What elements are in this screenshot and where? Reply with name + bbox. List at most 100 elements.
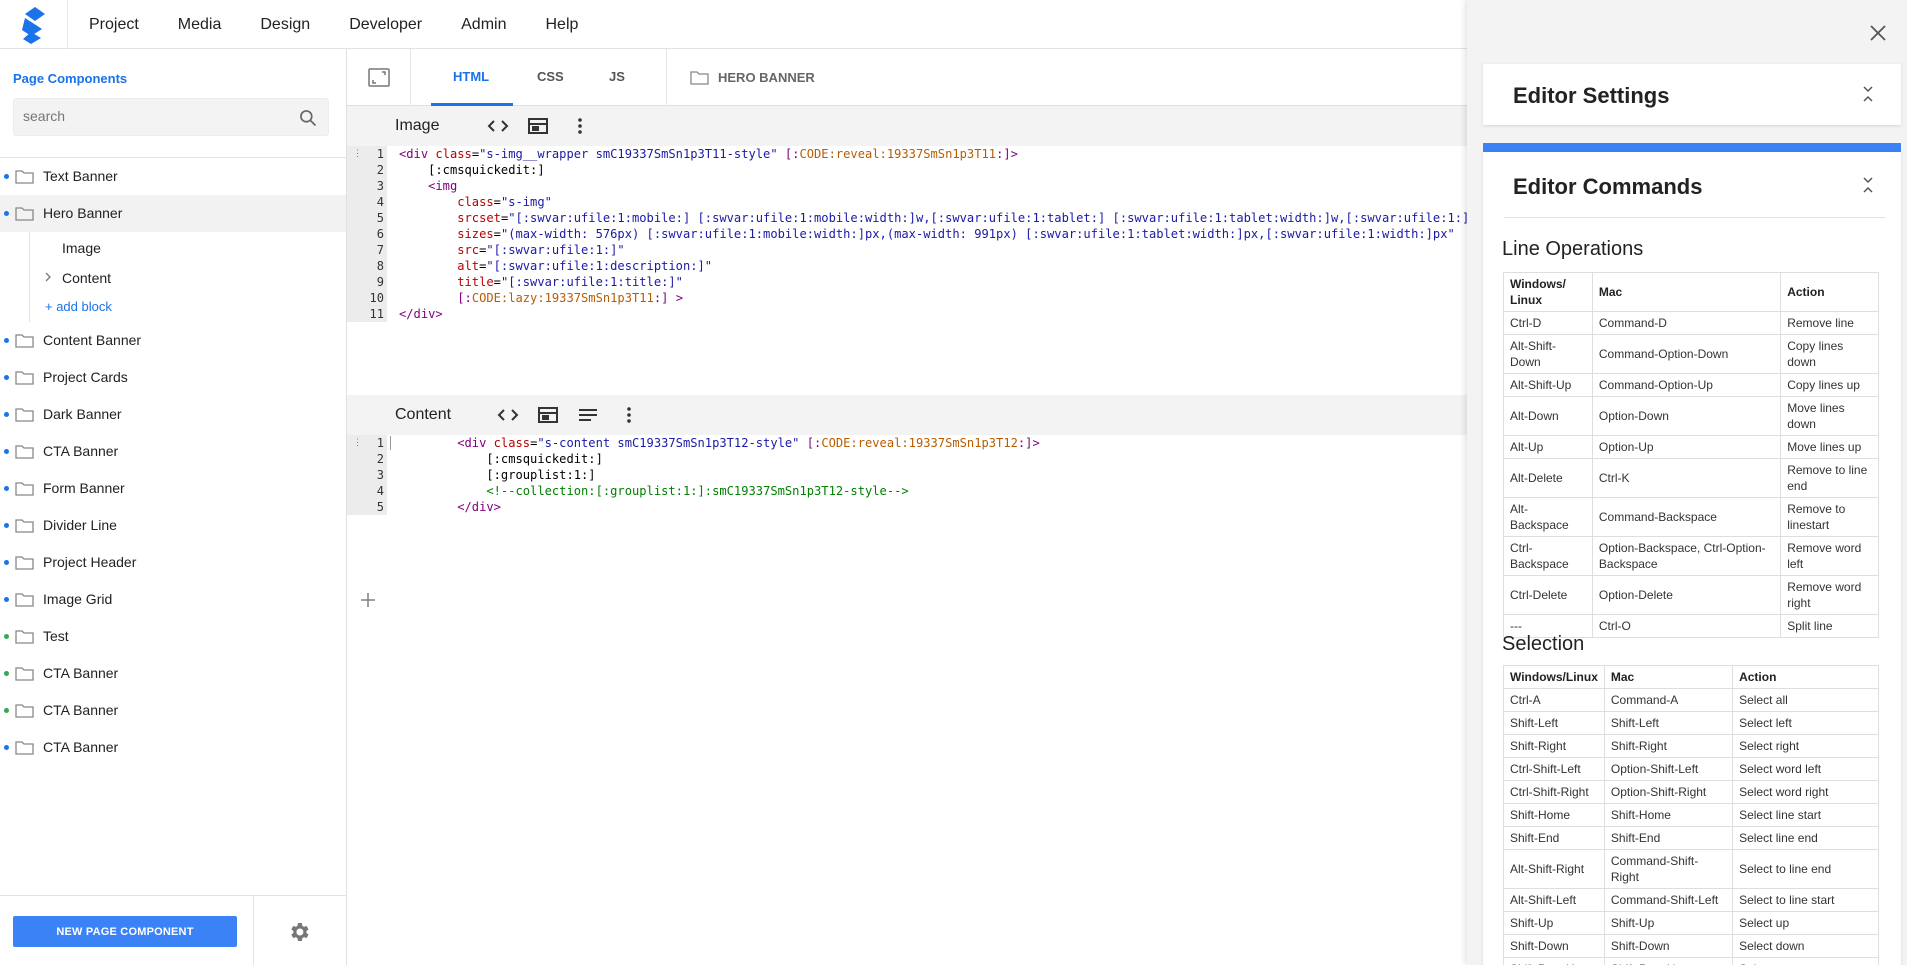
tab-html[interactable]: HTML [453, 69, 489, 84]
code-text: </div> [457, 500, 501, 514]
tree-item-label: Project Header [43, 554, 137, 570]
tree-item-label: Form Banner [43, 480, 125, 496]
code-editor-content[interactable]: ⋮ 1 <div class="s-content smC19337SmSn1p3… [347, 435, 1467, 515]
code-line[interactable]: 2 [:cmsquickedit:] [347, 162, 1467, 178]
line-number: 2 [376, 452, 384, 466]
gear-icon[interactable] [287, 920, 311, 944]
add-icon[interactable] [360, 592, 376, 608]
code-line[interactable]: 10 [:CODE:lazy:19337SmSn1p3T11:] > [347, 290, 1467, 306]
table-cell: Command-Option-Up [1591, 373, 1782, 397]
folder-icon [15, 207, 34, 221]
tree-item[interactable]: Project Header [0, 544, 346, 581]
code-line[interactable]: 4 <!--collection:[:grouplist:1:]:smC1933… [347, 483, 1467, 499]
nav-design[interactable]: Design [254, 16, 316, 34]
tab-divider [666, 49, 667, 106]
nav-admin[interactable]: Admin [455, 16, 512, 34]
code-line[interactable]: 9 title="[:swvar:ufile:1:title:]" [347, 274, 1467, 290]
folder-icon [15, 667, 34, 681]
nav-project[interactable]: Project [83, 16, 145, 34]
tree-item[interactable]: Text Banner [0, 158, 346, 195]
sidebar-title: Page Components [13, 71, 128, 86]
more-options-icon[interactable] [618, 405, 640, 425]
editor-tab-bar: HTML CSS JS HERO BANNER [347, 49, 1467, 106]
code-icon[interactable] [487, 116, 509, 136]
line-number: 1 [376, 147, 384, 161]
editor-commands-title: Editor Commands [1513, 174, 1703, 199]
nav-developer[interactable]: Developer [343, 16, 428, 34]
folder-icon [15, 556, 34, 570]
table-row: Ctrl-Backspace Option-Backspace, Ctrl-Opt… [1503, 536, 1879, 576]
code-line[interactable]: ⋮ 1 <div class="s-img__wrapper smC19337SmS… [347, 146, 1467, 162]
tree-item[interactable]: CTA Banner [0, 729, 346, 766]
tree-item[interactable]: Dark Banner [0, 396, 346, 433]
code-text: srcset="[:swvar:ufile:1:mobile:] [:swvar… [457, 211, 1467, 225]
tree-item[interactable]: Test [0, 618, 346, 655]
table-cell: Select line start [1732, 803, 1879, 827]
table-cell: Option-Down [1591, 396, 1782, 436]
tree-item[interactable]: Hero Banner [0, 195, 346, 232]
tree-item[interactable]: Divider Line [0, 507, 346, 544]
search-icon[interactable] [298, 108, 318, 128]
table-cell: Command-A [1603, 688, 1734, 712]
line-gutter: 5 [347, 499, 387, 515]
code-line[interactable]: 11 </div> [347, 306, 1467, 322]
tree-subitem-content[interactable]: Content [0, 262, 346, 292]
code-line[interactable]: 5 srcset="[:swvar:ufile:1:mobile:] [:swv… [347, 210, 1467, 226]
nav-media[interactable]: Media [172, 16, 228, 34]
editor-settings-card[interactable]: Editor Settings [1483, 64, 1901, 125]
tree-item[interactable]: CTA Banner [0, 692, 346, 729]
tab-js[interactable]: JS [609, 69, 625, 84]
code-text: [:CODE:lazy:19337SmSn1p3T11:] > [457, 291, 683, 305]
chevron-right-icon[interactable] [44, 272, 52, 282]
nav-help[interactable]: Help [539, 16, 584, 34]
tree-item[interactable]: CTA Banner [0, 433, 346, 470]
add-block-link[interactable]: + add block [0, 292, 346, 322]
tree-item[interactable]: Project Cards [0, 359, 346, 396]
tree-item[interactable]: CTA Banner [0, 655, 346, 692]
close-icon[interactable] [1869, 24, 1887, 42]
layout-icon[interactable] [537, 405, 559, 425]
code-line[interactable]: 8 alt="[:swvar:ufile:1:description:]" [347, 258, 1467, 274]
code-line[interactable]: 5 </div> [347, 499, 1467, 515]
fold-marker-icon[interactable]: ⋮ [353, 146, 362, 162]
logo-divider [67, 0, 68, 49]
status-dot [4, 412, 9, 417]
line-gutter: 5 [347, 210, 387, 226]
column-header: Windows/ Linux [1503, 272, 1593, 312]
code-line[interactable]: 3 [:grouplist:1:] [347, 467, 1467, 483]
tree-item[interactable]: Image Grid [0, 581, 346, 618]
tree-item[interactable]: Content Banner [0, 322, 346, 359]
layout-icon[interactable] [527, 116, 549, 136]
search-input[interactable] [23, 108, 283, 124]
expand-icon[interactable] [368, 68, 390, 87]
code-icon[interactable] [497, 405, 519, 425]
line-number: 5 [376, 500, 384, 514]
collapse-icon[interactable] [1861, 176, 1875, 194]
breadcrumb[interactable]: HERO BANNER [718, 70, 815, 85]
tree-item[interactable]: Form Banner [0, 470, 346, 507]
tree-subitem-image[interactable]: Image [0, 232, 346, 262]
tree-item-label: CTA Banner [43, 443, 119, 459]
code-line[interactable]: 6 sizes="(max-width: 576px) [:swvar:ufil… [347, 226, 1467, 242]
code-editor-image[interactable]: ⋮ 1 <div class="s-img__wrapper smC19337SmS… [347, 146, 1467, 322]
collapse-icon[interactable] [1861, 85, 1875, 103]
table-cell: Remove to line end [1780, 458, 1879, 498]
more-options-icon[interactable] [569, 116, 591, 136]
new-page-component-button[interactable]: NEW PAGE COMPONENT [13, 916, 237, 947]
table-cell: Alt-Up [1503, 435, 1593, 459]
table-cell: Command-Shift-Left [1603, 888, 1734, 912]
fold-marker-icon[interactable]: ⋮ [353, 435, 362, 451]
code-line[interactable]: 7 src="[:swvar:ufile:1:]" [347, 242, 1467, 258]
tab-css[interactable]: CSS [537, 69, 564, 84]
code-line[interactable]: ⋮ 1 <div class="s-content smC19337SmSn1p3… [347, 435, 1467, 451]
app-logo[interactable] [18, 5, 48, 45]
table-cell: Command-Backspace [1591, 497, 1782, 537]
table-cell: Select line end [1732, 826, 1879, 850]
card-divider [1504, 217, 1886, 218]
table-cell: Shift-Up [1603, 911, 1734, 935]
code-line[interactable]: 4 class="s-img" [347, 194, 1467, 210]
code-line[interactable]: 2 [:cmsquickedit:] [347, 451, 1467, 467]
list-icon[interactable] [577, 405, 599, 425]
table-cell: Shift-PageUp [1503, 957, 1605, 965]
code-line[interactable]: 3 <img [347, 178, 1467, 194]
